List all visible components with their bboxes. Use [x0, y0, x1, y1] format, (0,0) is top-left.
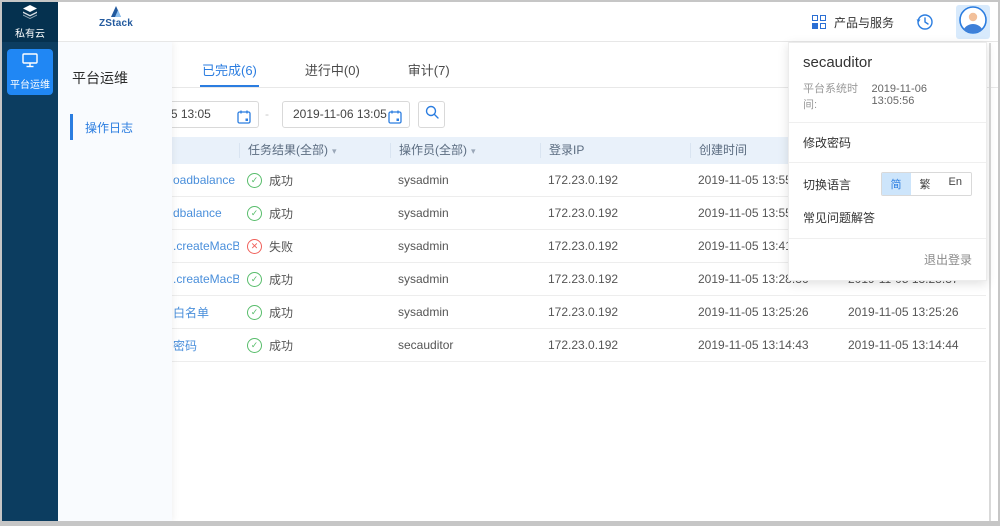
col-operator-filter[interactable]: 操作员(全部)▾: [390, 143, 540, 158]
avatar-icon: [959, 6, 987, 39]
task-result: 成功: [269, 271, 293, 288]
login-ip: 172.23.0.192: [540, 206, 690, 220]
table-row: 白名单 成功 sysadmin 172.23.0.192 2019-11-05 …: [142, 296, 986, 329]
login-ip: 172.23.0.192: [540, 338, 690, 352]
tab-in-progress[interactable]: 进行中(0): [303, 49, 362, 87]
task-result: 成功: [269, 172, 293, 189]
lang-option-traditional[interactable]: 繁: [911, 173, 940, 195]
tab-completed[interactable]: 已完成(6): [200, 49, 259, 87]
system-time-label: 平台系统时间:: [803, 80, 872, 112]
check-circle-icon: [247, 272, 262, 287]
language-toggle: 简 繁 En: [881, 172, 972, 196]
task-result: 成功: [269, 337, 293, 354]
user-avatar-button[interactable]: [956, 5, 990, 39]
history-clock-icon[interactable]: [916, 13, 934, 31]
header-actions: 产品与服务: [812, 2, 990, 42]
switch-language-label: 切换语言: [803, 176, 851, 193]
lang-option-simplified[interactable]: 简: [882, 173, 911, 195]
app-header: ZStack 产品与服务: [58, 2, 998, 42]
grid-icon: [812, 15, 827, 30]
operator: secauditor: [390, 338, 540, 352]
primary-nav-rail: 私有云 平台运维: [2, 2, 58, 521]
lang-option-english[interactable]: En: [940, 173, 971, 195]
logout-button[interactable]: 退出登录: [789, 239, 986, 280]
sidebar-title: 平台运维: [72, 68, 172, 88]
faq-item[interactable]: 常见问题解答: [789, 201, 986, 239]
tab-audit[interactable]: 审计(7): [406, 49, 452, 87]
zstack-logo[interactable]: ZStack: [86, 6, 146, 29]
task-result: 成功: [269, 205, 293, 222]
calendar-icon[interactable]: [388, 108, 402, 128]
chevron-down-icon: ▾: [332, 146, 337, 156]
date-to-input[interactable]: 2019-11-06 13:05: [282, 101, 410, 128]
system-time-row: 平台系统时间: 2019-11-06 13:05:56: [789, 74, 986, 123]
nav-item-platform-ops[interactable]: 平台运维: [7, 49, 53, 95]
operator: sysadmin: [390, 173, 540, 187]
app-window: 私有云 平台运维 ZStack 产品与服务: [0, 0, 1000, 526]
finished-time: 2019-11-05 13:14:44: [840, 338, 986, 352]
operator: sysadmin: [390, 206, 540, 220]
scrollbar[interactable]: [989, 43, 991, 521]
x-circle-icon: [247, 239, 262, 254]
search-icon: [425, 105, 439, 124]
operator: sysadmin: [390, 239, 540, 253]
created-time: 2019-11-05 13:14:43: [690, 338, 840, 352]
login-ip: 172.23.0.192: [540, 239, 690, 253]
nav-private-cloud-label: 私有云: [15, 25, 45, 40]
check-circle-icon: [247, 206, 262, 221]
search-button[interactable]: [418, 101, 445, 128]
col-task-result-filter[interactable]: 任务结果(全部)▾: [239, 143, 390, 158]
created-time: 2019-11-05 13:25:26: [690, 305, 840, 319]
active-indicator-bar: [70, 114, 73, 140]
task-result: 成功: [269, 304, 293, 321]
login-ip: 172.23.0.192: [540, 305, 690, 319]
calendar-icon[interactable]: [237, 108, 251, 128]
finished-time: 2019-11-05 13:25:26: [840, 305, 986, 319]
monitor-icon: [22, 53, 38, 73]
secondary-sidebar: 平台运维 操作日志: [58, 42, 172, 521]
date-to-value: 2019-11-06 13:05: [293, 107, 387, 121]
products-services-label: 产品与服务: [834, 14, 894, 31]
switch-language-row: 切换语言 简 繁 En: [789, 163, 986, 201]
system-time-value: 2019-11-06 13:05:56: [872, 83, 973, 107]
zstack-logo-text: ZStack: [99, 18, 133, 29]
products-services-button[interactable]: 产品与服务: [812, 14, 894, 31]
nav-item-private-cloud[interactable]: 私有云: [2, 2, 58, 42]
task-result: 失败: [269, 238, 293, 255]
operator: sysadmin: [390, 272, 540, 286]
user-dropdown-menu: secauditor 平台系统时间: 2019-11-06 13:05:56 修…: [788, 42, 987, 281]
check-circle-icon: [247, 338, 262, 353]
change-password-item[interactable]: 修改密码: [789, 123, 986, 163]
check-circle-icon: [247, 305, 262, 320]
chevron-down-icon: ▾: [471, 146, 476, 156]
check-circle-icon: [247, 173, 262, 188]
date-range-separator: -: [265, 101, 269, 128]
sidebar-item-operation-log[interactable]: 操作日志: [58, 113, 172, 141]
operator: sysadmin: [390, 305, 540, 319]
login-ip: 172.23.0.192: [540, 272, 690, 286]
login-ip: 172.23.0.192: [540, 173, 690, 187]
nav-platform-ops-label: 平台运维: [10, 76, 50, 91]
username: secauditor: [789, 43, 986, 74]
layers-icon: [21, 5, 39, 24]
table-row: 密码 成功 secauditor 172.23.0.192 2019-11-05…: [142, 329, 986, 362]
col-login-ip: 登录IP: [540, 143, 690, 158]
